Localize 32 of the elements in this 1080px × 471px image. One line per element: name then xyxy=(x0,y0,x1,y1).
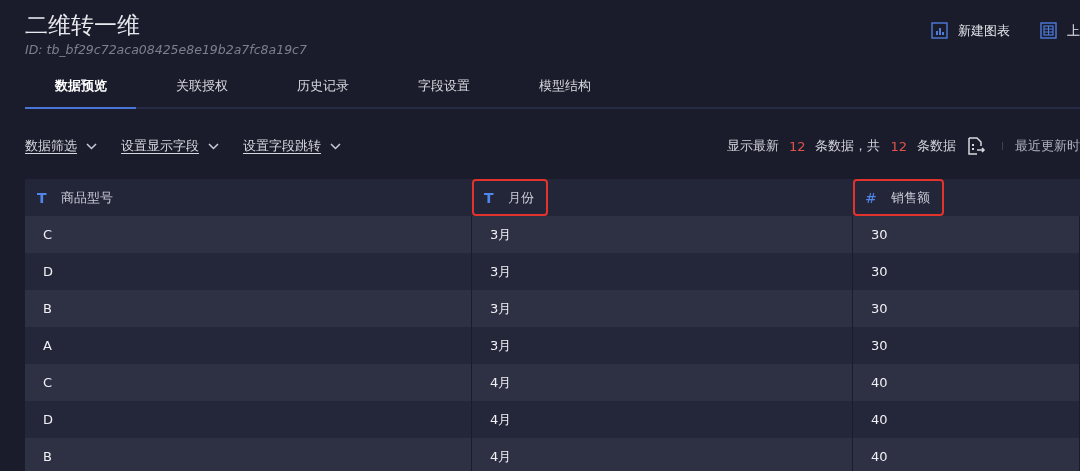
dropdown-button[interactable]: 数据筛选 xyxy=(25,137,97,155)
table-cell: 4月 xyxy=(472,438,853,471)
column-header[interactable]: T 月份 xyxy=(472,179,853,216)
toolbar-button[interactable]: 上 xyxy=(1040,20,1080,42)
summary-text: 显示最新 xyxy=(726,137,779,155)
tab[interactable]: 数据预览 xyxy=(25,69,136,109)
record-count: 12 xyxy=(788,138,806,154)
tab[interactable]: 字段设置 xyxy=(388,69,499,109)
column-header[interactable]: # 销售额 xyxy=(853,179,1080,216)
highlight-frame: # 销售额 xyxy=(853,179,944,216)
chevron-down-icon xyxy=(330,142,341,150)
record-count: 12 xyxy=(890,138,907,154)
table-id: ID: tb_bf29c72aca08425e8e19b2a7fc8a19c7 xyxy=(25,42,307,57)
column-header[interactable]: T 商品型号 xyxy=(25,179,472,216)
summary-text: 条数据，共 xyxy=(815,137,881,155)
dropdown-button[interactable]: 设置显示字段 xyxy=(121,137,219,155)
page-title: 二维转一维 xyxy=(25,11,141,40)
summary-text: 条数据 xyxy=(917,137,956,155)
toolbar-button[interactable]: 新建图表 xyxy=(931,20,1010,42)
tab[interactable]: 历史记录 xyxy=(267,69,378,109)
bar-chart-icon xyxy=(931,22,949,40)
chevron-down-icon xyxy=(86,142,97,150)
tab[interactable]: 关联授权 xyxy=(146,69,257,109)
dropdown-button[interactable]: 设置字段跳转 xyxy=(243,137,341,155)
highlight-frame: T 月份 xyxy=(472,179,548,216)
tab[interactable]: 模型结构 xyxy=(509,69,620,109)
table-cell: 40 xyxy=(853,438,1080,471)
table-cell: B xyxy=(25,438,472,471)
table-icon xyxy=(1040,22,1058,40)
update-time-label: 最近更新时 xyxy=(1015,137,1080,155)
chevron-down-icon xyxy=(208,142,219,150)
export-icon[interactable] xyxy=(966,136,986,156)
